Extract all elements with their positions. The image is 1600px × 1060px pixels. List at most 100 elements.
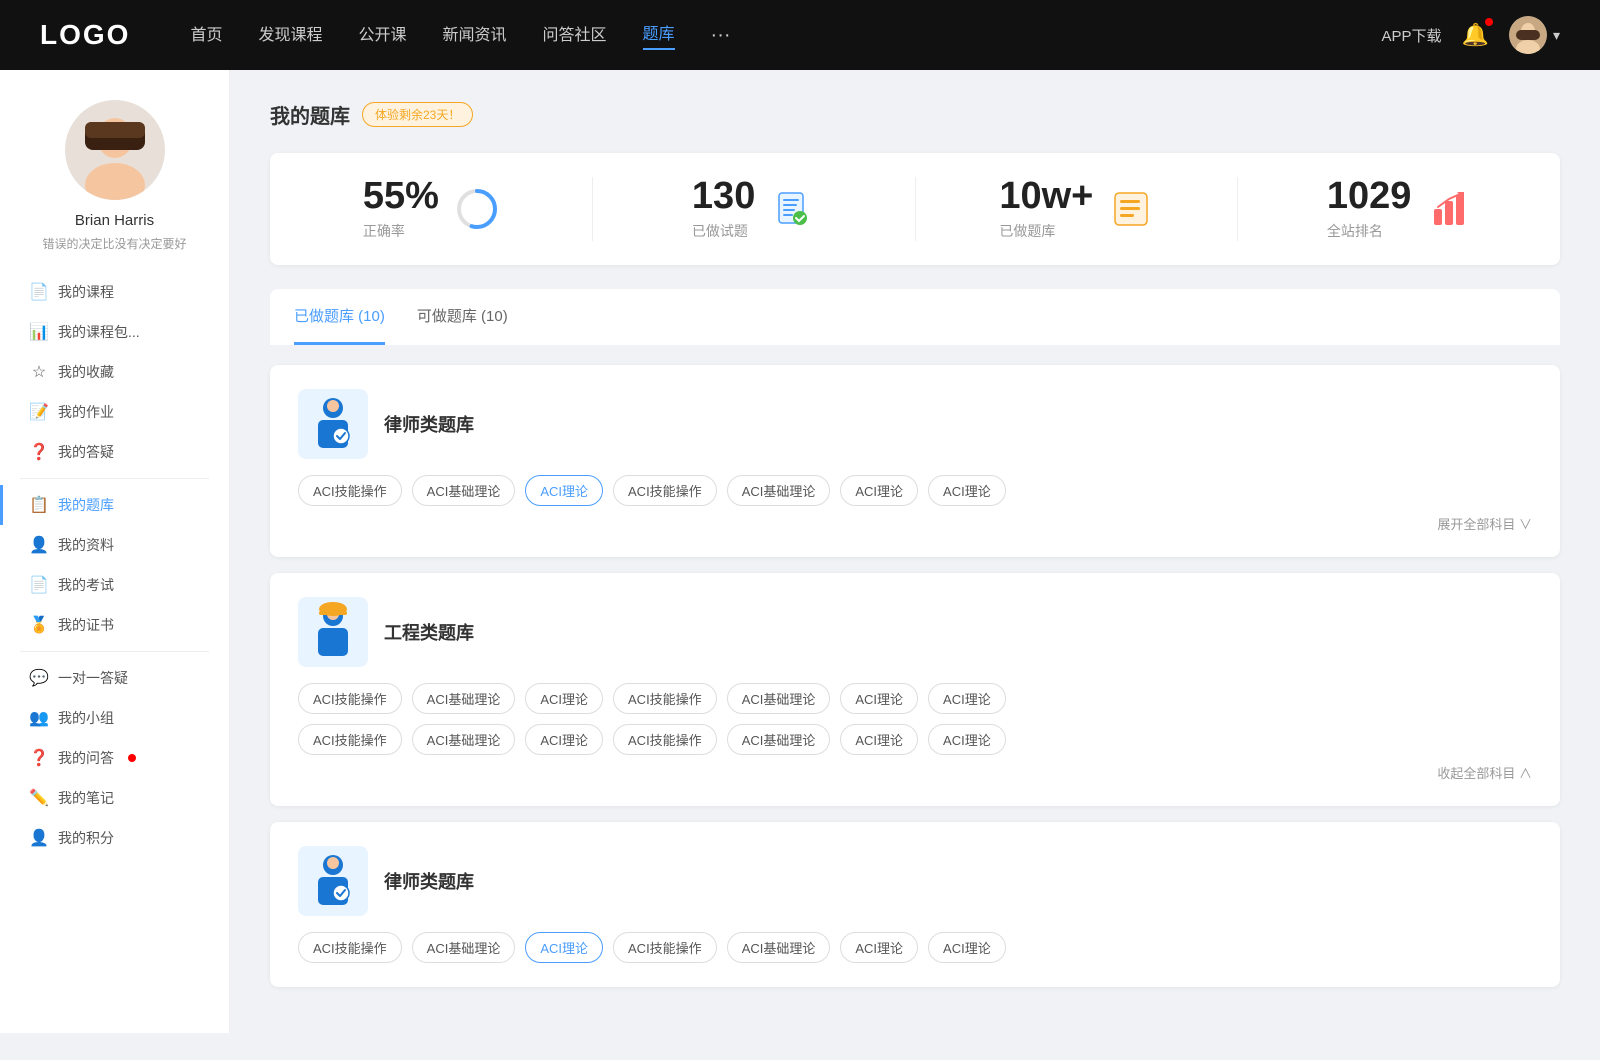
tag[interactable]: ACI基础理论	[727, 932, 831, 963]
sidebar-item-homework[interactable]: 📝 我的作业	[0, 392, 229, 432]
done-questions-label: 已做试题	[692, 221, 755, 241]
bar-chart-icon	[1429, 189, 1469, 229]
sidebar-item-exam[interactable]: 📄 我的考试	[0, 565, 229, 605]
notification-badge	[1485, 18, 1493, 26]
app-download-btn[interactable]: APP下载	[1382, 25, 1442, 46]
tag[interactable]: ACI基础理论	[412, 932, 516, 963]
tag[interactable]: ACI理论	[928, 724, 1006, 755]
lawyer-icon-wrap	[298, 389, 368, 459]
notes-icon: ✏️	[30, 789, 48, 807]
sidebar-item-course-packages[interactable]: 📊 我的课程包...	[0, 312, 229, 352]
question-icon: ❓	[30, 443, 48, 461]
tag[interactable]: ACI基础理论	[727, 475, 831, 506]
sidebar-item-notes[interactable]: ✏️ 我的笔记	[0, 778, 229, 818]
done-banks-label: 已做题库	[999, 221, 1093, 241]
navbar: LOGO 首页 发现课程 公开课 新闻资讯 问答社区 题库 ··· APP下载 …	[0, 0, 1600, 70]
document-icon: 📄	[30, 283, 48, 301]
divider-1	[20, 478, 209, 479]
collapse-btn-2[interactable]: 收起全部科目 ∧	[298, 763, 1532, 782]
profile-icon: 👤	[30, 536, 48, 554]
nav-more[interactable]: ···	[711, 24, 731, 47]
tag[interactable]: ACI理论	[928, 683, 1006, 714]
accuracy-label: 正确率	[363, 221, 439, 241]
tag[interactable]: ACI理论	[840, 932, 918, 963]
sidebar-item-points[interactable]: 👤 我的积分	[0, 818, 229, 858]
sidebar-item-profile[interactable]: 👤 我的资料	[0, 525, 229, 565]
accuracy-icon	[455, 187, 499, 231]
navbar-right: APP下载 🔔 ▾	[1382, 16, 1560, 54]
nav-news[interactable]: 新闻资讯	[443, 21, 507, 49]
sidebar-item-favorites[interactable]: ☆ 我的收藏	[0, 352, 229, 392]
nav-discover[interactable]: 发现课程	[258, 21, 322, 49]
tag[interactable]: ACI基础理论	[412, 683, 516, 714]
notification-bell[interactable]: 🔔	[1462, 22, 1489, 48]
bank-card-2: 工程类题库 ACI技能操作 ACI基础理论 ACI理论 ACI技能操作 ACI基…	[270, 573, 1560, 806]
edit-icon: 📝	[30, 403, 48, 421]
sidebar-item-qa[interactable]: ❓ 我的答疑	[0, 432, 229, 472]
rank-icon	[1427, 187, 1471, 231]
tag-active[interactable]: ACI理论	[525, 475, 603, 506]
sidebar-item-tutoring[interactable]: 💬 一对一答疑	[0, 658, 229, 698]
tab-available-banks[interactable]: 可做题库 (10)	[417, 289, 508, 345]
list-icon	[1111, 189, 1151, 229]
star-icon: ☆	[30, 363, 48, 381]
tag-active[interactable]: ACI理论	[525, 932, 603, 963]
main-content: 我的题库 体验剩余23天！ 55% 正确率	[230, 70, 1600, 1033]
sidebar-item-groups[interactable]: 👥 我的小组	[0, 698, 229, 738]
sidebar-item-questionbank[interactable]: 📋 我的题库	[0, 485, 229, 525]
tag[interactable]: ACI基础理论	[727, 724, 831, 755]
rank-label: 全站排名	[1327, 221, 1412, 241]
unread-badge	[128, 754, 136, 762]
expand-btn-1[interactable]: 展开全部科目 ∨	[298, 514, 1532, 533]
questions-icon: ❓	[30, 749, 48, 767]
stat-accuracy: 55% 正确率	[270, 177, 593, 241]
tag[interactable]: ACI理论	[840, 683, 918, 714]
tag[interactable]: ACI基础理论	[727, 683, 831, 714]
tag[interactable]: ACI技能操作	[298, 683, 402, 714]
tag[interactable]: ACI理论	[928, 932, 1006, 963]
tag[interactable]: ACI技能操作	[298, 932, 402, 963]
tag[interactable]: ACI理论	[525, 724, 603, 755]
tab-done-banks[interactable]: 已做题库 (10)	[294, 289, 385, 345]
document-check-icon	[773, 189, 813, 229]
tag[interactable]: ACI技能操作	[613, 932, 717, 963]
sidebar-item-courses[interactable]: 📄 我的课程	[0, 272, 229, 312]
chat-icon: 💬	[30, 669, 48, 687]
bank-card-3: 律师类题库 ACI技能操作 ACI基础理论 ACI理论 ACI技能操作 ACI基…	[270, 822, 1560, 987]
tag[interactable]: ACI技能操作	[613, 724, 717, 755]
trial-badge: 体验剩余23天！	[362, 102, 473, 127]
pie-chart-icon	[455, 187, 499, 231]
sidebar-item-questions[interactable]: ❓ 我的问答	[0, 738, 229, 778]
stat-rank: 1029 全站排名	[1238, 177, 1560, 241]
points-icon: 👤	[30, 829, 48, 847]
bank-title-1: 律师类题库	[384, 411, 474, 437]
tabs-row: 已做题库 (10) 可做题库 (10)	[270, 289, 1560, 345]
tag[interactable]: ACI基础理论	[412, 475, 516, 506]
nav-exam[interactable]: 题库	[643, 20, 675, 50]
user-avatar-menu[interactable]: ▾	[1509, 16, 1560, 54]
profile-name: Brian Harris	[75, 212, 154, 229]
bank-3-tags: ACI技能操作 ACI基础理论 ACI理论 ACI技能操作 ACI基础理论 AC…	[298, 932, 1532, 963]
sidebar: Brian Harris 错误的决定比没有决定要好 📄 我的课程 📊 我的课程包…	[0, 70, 230, 1033]
nav-home[interactable]: 首页	[190, 21, 222, 49]
avatar	[1509, 16, 1547, 54]
sidebar-item-certificate[interactable]: 🏅 我的证书	[0, 605, 229, 645]
tag[interactable]: ACI理论	[840, 475, 918, 506]
stat-done-banks: 10w+ 已做题库	[916, 177, 1239, 241]
logo[interactable]: LOGO	[40, 19, 130, 51]
engineer-icon-wrap	[298, 597, 368, 667]
bank-2-tags-row2: ACI技能操作 ACI基础理论 ACI理论 ACI技能操作 ACI基础理论 AC…	[298, 724, 1532, 755]
tag[interactable]: ACI基础理论	[412, 724, 516, 755]
profile-motto: 错误的决定比没有决定要好	[22, 235, 206, 252]
tag[interactable]: ACI技能操作	[298, 475, 402, 506]
tag[interactable]: ACI理论	[928, 475, 1006, 506]
nav-open-course[interactable]: 公开课	[358, 21, 406, 49]
certificate-icon: 🏅	[30, 616, 48, 634]
tag[interactable]: ACI技能操作	[613, 475, 717, 506]
tag[interactable]: ACI理论	[840, 724, 918, 755]
tag[interactable]: ACI技能操作	[613, 683, 717, 714]
engineer-person-icon	[308, 602, 358, 662]
tag[interactable]: ACI理论	[525, 683, 603, 714]
nav-qa[interactable]: 问答社区	[543, 21, 607, 49]
tag[interactable]: ACI技能操作	[298, 724, 402, 755]
